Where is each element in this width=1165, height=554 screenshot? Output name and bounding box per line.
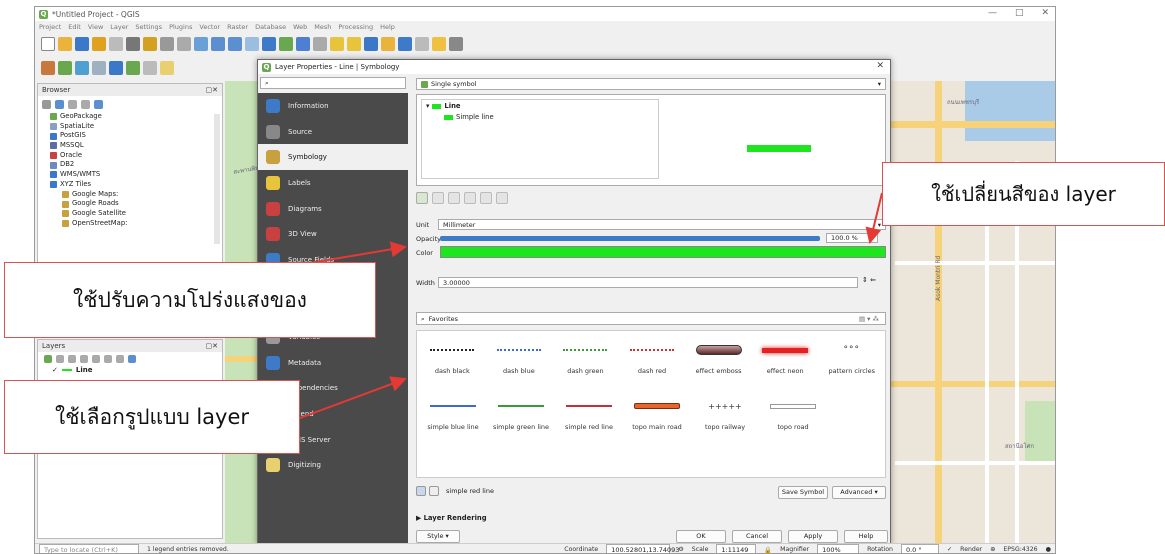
annotation-color: ใช้เปลี่ยนสีของ layer [882,162,1165,226]
style-arrow [299,376,407,419]
color-arrow [865,192,883,244]
annotation-opacity: ใช้ปรับความโปร่งแสงของ [4,262,376,338]
annotation-style: ใช้เลือกรูปแบบ layer [4,380,300,454]
